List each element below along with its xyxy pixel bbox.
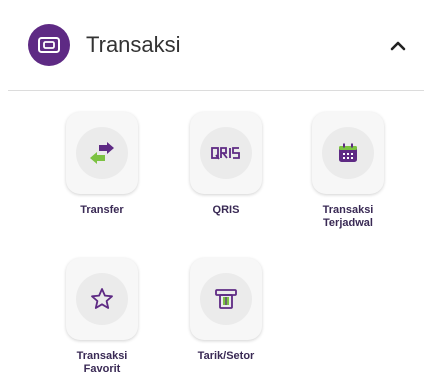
tile-box [190,112,262,194]
menu-item-label: Tarik/Setor [197,350,255,362]
qris-logo-icon [211,147,240,160]
menu-item-label: Transaksi Terjadwal [322,204,374,229]
menu-grid: Transfer QRIS Transaksi Terjadwal Transa… [0,0,432,380]
transaksi-panel: Transaksi Transfer QRIS Transaksi Terjad… [0,0,432,380]
transfer-arrows-icon [90,142,114,164]
menu-item-tarik-setor[interactable]: Tarik/Setor [176,258,276,363]
tile-box [312,112,384,194]
atm-icon [215,289,237,309]
menu-item-label: QRIS [212,204,240,216]
tile-circle [200,273,252,325]
menu-item-transaksi-terjadwal[interactable]: Transaksi Terjadwal [298,112,398,230]
menu-item-label: Transaksi Favorit [76,350,128,375]
menu-item-label: Transfer [80,204,124,216]
tile-box [66,258,138,340]
calendar-icon [339,143,357,162]
tile-box [190,258,262,340]
tile-circle [76,273,128,325]
tile-box [66,112,138,194]
menu-item-transaksi-favorit[interactable]: Transaksi Favorit [52,258,152,376]
menu-item-transfer[interactable]: Transfer [52,112,152,217]
tile-circle [322,127,374,179]
tile-circle [76,127,128,179]
tile-circle [200,127,252,179]
star-icon [91,288,113,309]
menu-item-qris[interactable]: QRIS [176,112,276,217]
